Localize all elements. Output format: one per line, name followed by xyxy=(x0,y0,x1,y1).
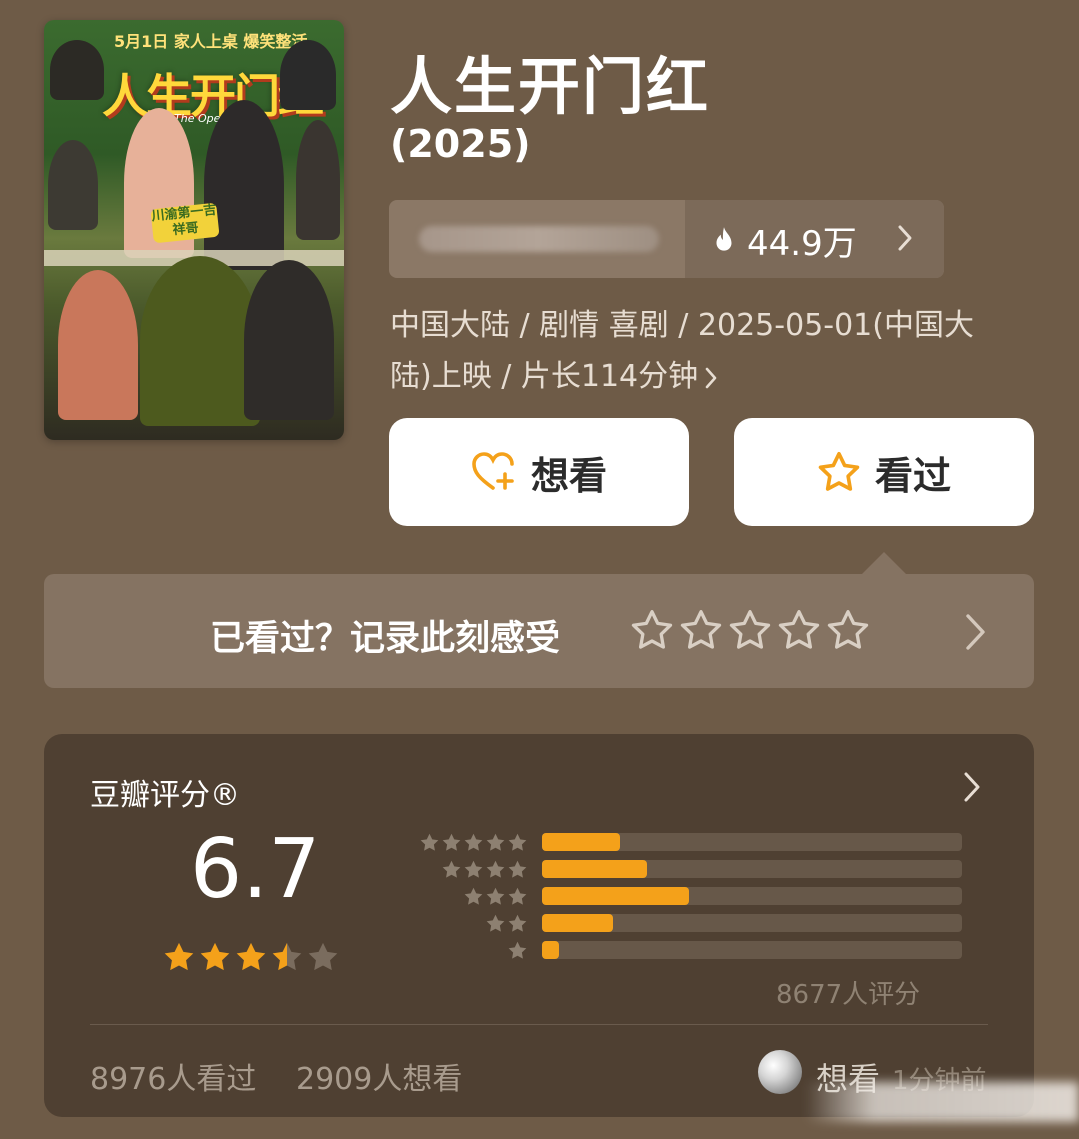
star-outline-icon xyxy=(818,451,860,491)
avatar[interactable] xyxy=(758,1050,802,1094)
rating-bar-fill xyxy=(542,833,620,851)
star-empty-icon xyxy=(308,942,338,971)
rating-bar-stars xyxy=(378,886,528,907)
movie-year: (2025) xyxy=(390,122,531,166)
rating-bar-track xyxy=(542,914,962,932)
want-count[interactable]: 2909人想看 xyxy=(296,1054,462,1098)
star-small-icon xyxy=(464,833,483,851)
star-filled-icon xyxy=(164,942,194,971)
tooltip-notch xyxy=(862,552,906,574)
want-to-watch-button[interactable]: 想看 xyxy=(389,418,689,526)
rating-bar-stars xyxy=(378,832,528,853)
rating-bar-stars xyxy=(378,940,528,961)
poster-figure xyxy=(296,120,340,240)
record-prompt: 已看过？记录此刻感受 xyxy=(210,619,561,659)
watched-button[interactable]: 看过 xyxy=(734,418,1034,526)
rating-bar-track xyxy=(542,941,962,959)
rating-bar-stars xyxy=(378,913,528,934)
star-outline-icon xyxy=(631,610,673,649)
record-rating-bar[interactable]: 已看过？记录此刻感受 xyxy=(44,552,1034,688)
star-small-icon xyxy=(464,887,483,905)
poster-sign: 川渝第一吉祥哥 xyxy=(150,202,220,244)
rating-bar-fill xyxy=(542,941,559,959)
rating-bar-fill xyxy=(542,860,647,878)
blurred-content xyxy=(419,226,659,252)
star-half-icon xyxy=(272,942,302,971)
heat-bar[interactable]: 44.9万 xyxy=(389,200,944,278)
chevron-right-icon xyxy=(705,367,717,388)
star-small-icon xyxy=(442,860,461,878)
movie-meta[interactable]: 中国大陆 / 剧情 喜剧 / 2025-05-01(中国大陆)上映 / 片长11… xyxy=(390,300,1010,402)
rating-bar-fill xyxy=(542,887,689,905)
rating-stars-input[interactable] xyxy=(630,608,870,652)
watermark xyxy=(805,1082,1079,1122)
poster-figure xyxy=(50,40,104,100)
rating-bar-track xyxy=(542,887,962,905)
want-to-watch-label: 想看 xyxy=(530,453,607,498)
star-small-icon xyxy=(486,887,505,905)
star-outline-icon xyxy=(827,610,869,649)
rating-bar-track xyxy=(542,833,962,851)
poster-figure xyxy=(48,140,98,230)
star-small-icon xyxy=(486,833,505,851)
heart-plus-icon xyxy=(472,452,514,490)
poster-figure xyxy=(204,100,284,270)
rating-label: 豆瓣评分® xyxy=(90,778,240,813)
star-outline-icon xyxy=(729,610,771,649)
movie-title: 人生开门红 xyxy=(390,50,711,123)
chevron-right-icon xyxy=(964,772,980,802)
rating-stars xyxy=(162,940,340,974)
rating-bar-fill xyxy=(542,914,614,932)
poster-tagline: 5月1日 家人上桌 爆笑整活 xyxy=(114,32,308,51)
star-small-icon xyxy=(486,914,505,932)
chevron-right-icon xyxy=(966,614,985,650)
star-small-icon xyxy=(508,833,527,851)
divider xyxy=(90,1024,988,1025)
star-outline-icon xyxy=(680,610,722,649)
poster-figure xyxy=(140,256,260,426)
seen-count[interactable]: 8976人看过 xyxy=(90,1054,256,1098)
star-small-icon xyxy=(486,860,505,878)
star-filled-icon xyxy=(236,942,266,971)
watched-label: 看过 xyxy=(874,453,951,498)
chevron-right-icon xyxy=(898,225,912,251)
rating-bar-track xyxy=(542,860,962,878)
star-small-icon xyxy=(508,914,527,932)
star-small-icon xyxy=(508,941,527,959)
rating-score: 6.7 xyxy=(190,822,321,917)
star-small-icon xyxy=(464,860,483,878)
star-outline-icon xyxy=(778,610,820,649)
star-small-icon xyxy=(420,833,439,851)
rating-count: 8677人评分 xyxy=(776,980,921,1010)
flame-icon xyxy=(716,227,732,251)
rating-bar-stars xyxy=(378,859,528,880)
movie-meta-text: 中国大陆 / 剧情 喜剧 / 2025-05-01(中国大陆)上映 / 片长11… xyxy=(390,308,974,394)
douban-rating-card[interactable]: 豆瓣评分® 6.7 8677人评分 8976人看过 2909人想看 想看 1分钟… xyxy=(44,734,1034,1117)
poster-figure xyxy=(244,260,334,420)
star-small-icon xyxy=(508,860,527,878)
star-filled-icon xyxy=(200,942,230,971)
poster-figure xyxy=(58,270,138,420)
heat-value: 44.9万 xyxy=(747,224,857,264)
star-small-icon xyxy=(508,887,527,905)
poster-figure xyxy=(280,40,336,110)
movie-poster[interactable]: 5月1日 家人上桌 爆笑整活 人生开门红 The Open Door 川渝第一吉… xyxy=(44,20,344,440)
star-small-icon xyxy=(442,833,461,851)
